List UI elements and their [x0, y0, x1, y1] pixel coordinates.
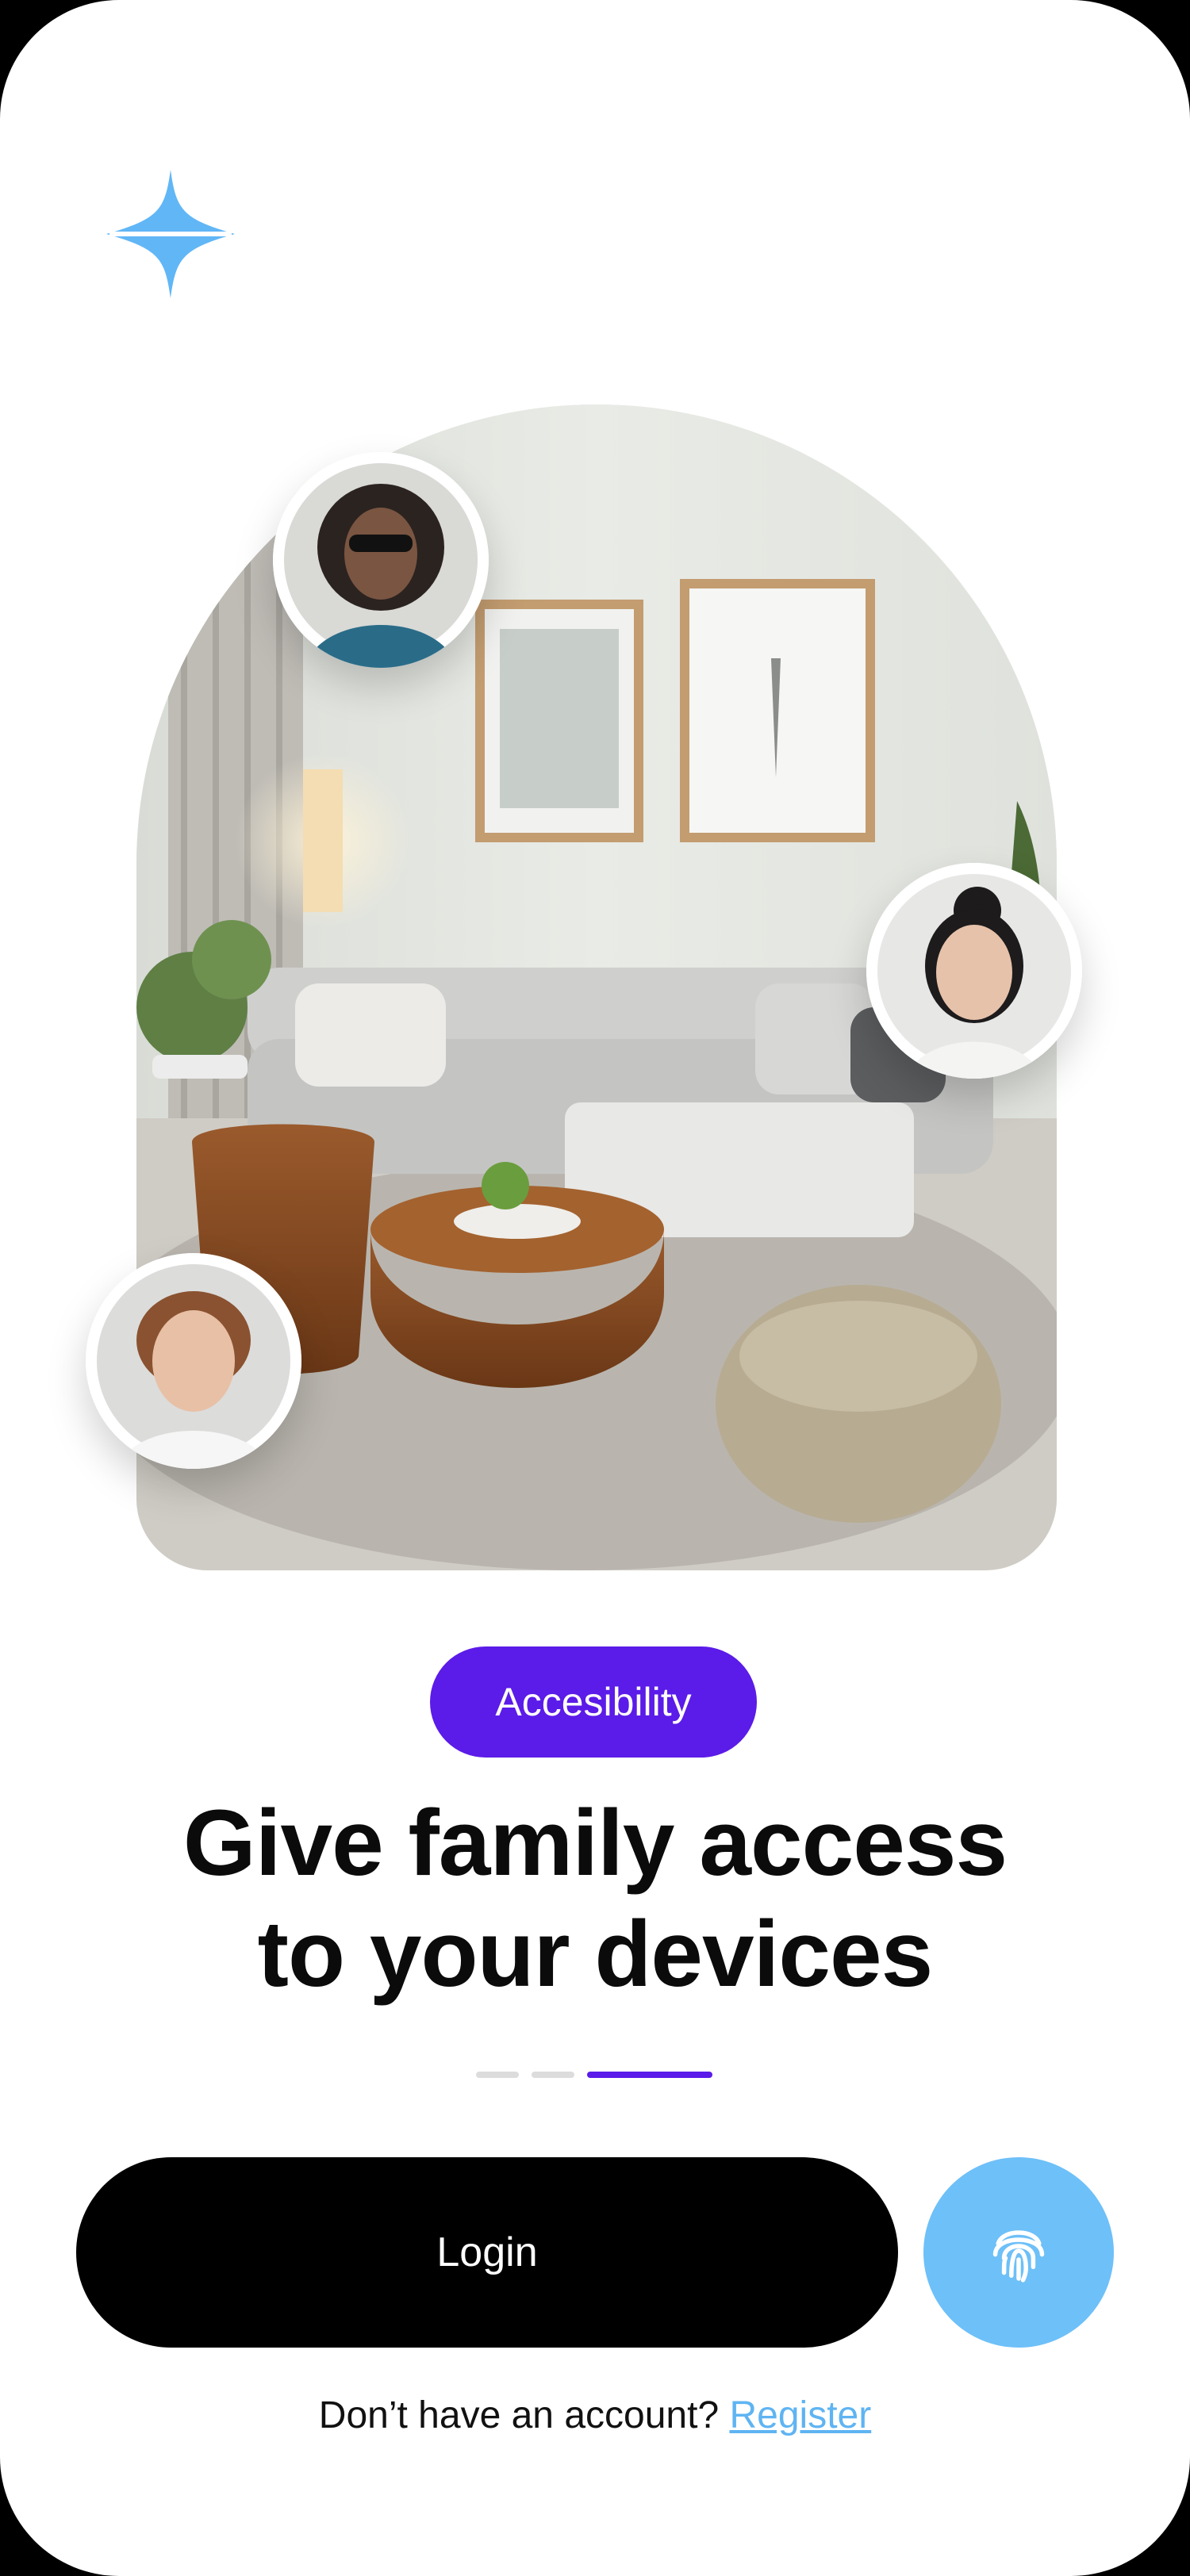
avatar: [273, 452, 489, 668]
onboarding-screen: Accesibility Give family access to your …: [0, 0, 1190, 2576]
four-point-star-icon: [106, 170, 235, 298]
avatar: [866, 863, 1082, 1079]
register-prompt: Don’t have an account? Register: [0, 2394, 1190, 2437]
badge-label: Accesibility: [495, 1680, 692, 1724]
title-line-2: to your devices: [257, 1902, 934, 2007]
fingerprint-button[interactable]: [923, 2157, 1114, 2348]
page-title: Give family access to your devices: [79, 1788, 1111, 2010]
avatar: [86, 1253, 301, 1469]
page-dot-active[interactable]: [587, 2072, 712, 2078]
page-dot[interactable]: [476, 2072, 519, 2078]
login-button[interactable]: Login: [76, 2157, 898, 2348]
page-indicator: [0, 2072, 1190, 2080]
register-link[interactable]: Register: [729, 2394, 871, 2436]
fingerprint-icon: [982, 2214, 1055, 2291]
category-badge: Accesibility: [430, 1646, 757, 1758]
page-dot[interactable]: [532, 2072, 574, 2078]
register-prompt-text: Don’t have an account?: [318, 2394, 720, 2436]
title-line-1: Give family access: [182, 1791, 1008, 1896]
